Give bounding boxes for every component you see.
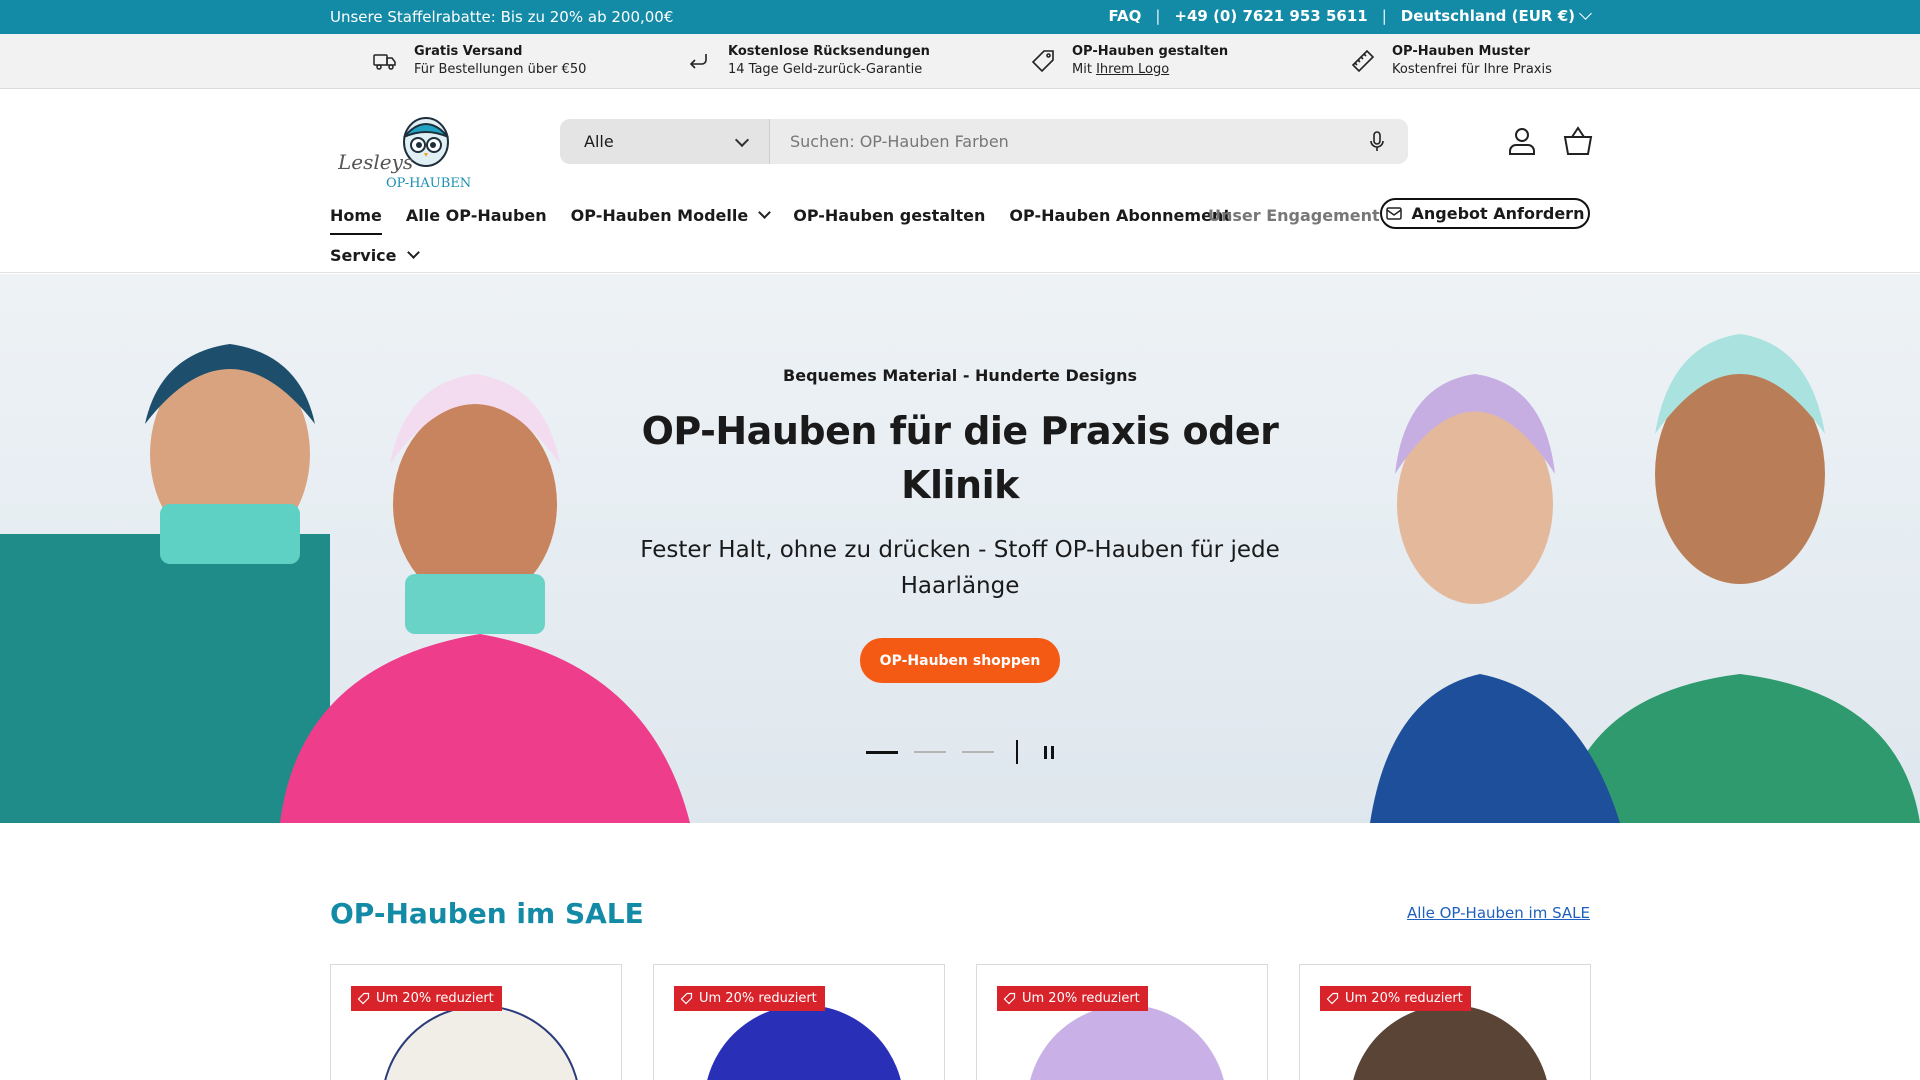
- separator: |: [1155, 7, 1161, 25]
- usp-bar: Gratis Versand Für Bestellungen über €50…: [0, 34, 1920, 89]
- faq-link[interactable]: FAQ: [1108, 7, 1141, 25]
- usp-subtitle: Kostenfrei für Ihre Praxis: [1392, 62, 1552, 77]
- usp-item-design: OP-Hauben gestalten Mit Ihrem Logo: [1030, 43, 1228, 79]
- announcement-links: FAQ | +49 (0) 7621 953 5611 | Deutschlan…: [1108, 7, 1592, 25]
- logo-mascot-icon: Lesleys OP-HAUBEN: [337, 117, 471, 191]
- product-image: [381, 1005, 581, 1080]
- nav-service[interactable]: Service: [330, 243, 420, 267]
- main-nav: Home Alle OP-Hauben OP-Hauben Modelle OP…: [330, 203, 1255, 235]
- tag-icon: [680, 992, 693, 1005]
- usp-title: OP-Hauben Muster: [1392, 44, 1530, 59]
- mail-icon: [1385, 206, 1402, 220]
- search-category-label: Alle: [584, 132, 614, 151]
- product-image: [704, 1005, 904, 1080]
- usp-subtitle: Für Bestellungen über €50: [414, 62, 587, 77]
- usp-subtitle-prefix: Mit: [1072, 62, 1097, 77]
- usp-subtitle: 14 Tage Geld-zurück-Garantie: [728, 62, 923, 77]
- site-header: Lesleys OP-HAUBEN Alle Suchen: OP-Hauben…: [0, 89, 1920, 273]
- usp-item-shipping: Gratis Versand Für Bestellungen über €50: [372, 43, 586, 79]
- logo-text-brand: OP-HAUBEN: [386, 176, 471, 191]
- nav-subscription[interactable]: OP-Hauben Abonnement: [1009, 203, 1231, 227]
- discount-badge-label: Um 20% reduziert: [1022, 991, 1140, 1006]
- chevron-down-icon: [734, 132, 750, 148]
- discount-badge-label: Um 20% reduziert: [1345, 991, 1463, 1006]
- nav-service-label: Service: [330, 245, 397, 265]
- product-card[interactable]: Um 20% reduziert: [1299, 964, 1591, 1080]
- pause-icon[interactable]: [1044, 745, 1054, 759]
- chevron-down-icon: [406, 245, 420, 259]
- cart-basket-icon[interactable]: [1562, 125, 1594, 157]
- nav-design[interactable]: OP-Hauben gestalten: [793, 203, 985, 227]
- usp-item-samples: OP-Hauben Muster Kostenfrei für Ihre Pra…: [1350, 43, 1552, 79]
- nav-engagement[interactable]: Unser Engagement: [1208, 203, 1380, 227]
- slider-controls: [866, 740, 1054, 764]
- chevron-down-icon: [758, 205, 772, 219]
- site-logo[interactable]: Lesleys OP-HAUBEN: [337, 107, 474, 195]
- usp-title: Kostenlose Rücksendungen: [728, 44, 930, 59]
- truck-icon: [373, 54, 396, 70]
- nav-home[interactable]: Home: [330, 203, 382, 235]
- logo-link[interactable]: Ihrem Logo: [1096, 62, 1169, 77]
- logo-text-lesleys: Lesleys: [338, 150, 413, 174]
- hero-banner: Bequemes Material - Hunderte Designs OP-…: [0, 274, 1920, 823]
- discount-badge-label: Um 20% reduziert: [376, 991, 494, 1006]
- chevron-down-icon: [1579, 7, 1592, 20]
- account-icon[interactable]: [1506, 125, 1538, 157]
- shop-caps-button[interactable]: OP-Hauben shoppen: [860, 638, 1060, 683]
- country-selector[interactable]: Deutschland (EUR €): [1400, 7, 1592, 25]
- tag-icon: [1326, 992, 1339, 1005]
- hero-image-right: [1370, 334, 1920, 823]
- discount-badge: Um 20% reduziert: [351, 986, 502, 1011]
- microphone-icon[interactable]: [1368, 131, 1386, 153]
- return-arrow-icon: [689, 54, 707, 69]
- product-card[interactable]: Um 20% reduziert: [653, 964, 945, 1080]
- all-sale-link[interactable]: Alle OP-Hauben im SALE: [1407, 904, 1590, 922]
- phone-link[interactable]: +49 (0) 7621 953 5611: [1174, 7, 1367, 25]
- discount-badge: Um 20% reduziert: [1320, 986, 1471, 1011]
- hero-kicker: Bequemes Material - Hunderte Designs: [783, 366, 1137, 385]
- slider-divider: [1016, 740, 1018, 764]
- product-card[interactable]: Um 20% reduziert: [330, 964, 622, 1080]
- discount-badge-label: Um 20% reduziert: [699, 991, 817, 1006]
- discount-badge: Um 20% reduziert: [997, 986, 1148, 1011]
- usp-subtitle: Mit Ihrem Logo: [1072, 60, 1228, 79]
- tag-icon: [357, 992, 370, 1005]
- hero-image-left: [0, 344, 690, 823]
- nav-all-caps[interactable]: Alle OP-Hauben: [406, 203, 547, 227]
- usp-title: Gratis Versand: [414, 44, 523, 59]
- hero-subtitle: Fester Halt, ohne zu drücken - Stoff OP-…: [640, 537, 1280, 599]
- discount-badge: Um 20% reduziert: [674, 986, 825, 1011]
- separator: |: [1381, 7, 1387, 25]
- slider-dot-3[interactable]: [962, 751, 994, 753]
- product-image: [1027, 1005, 1227, 1080]
- slider-dot-1[interactable]: [866, 750, 898, 754]
- ruler-icon: [1351, 49, 1375, 73]
- hero-title: OP-Hauben für die Praxis oder Klinik: [641, 409, 1279, 507]
- announcement-text: Unsere Staffelrabatte: Bis zu 20% ab 200…: [330, 8, 674, 26]
- slider-dot-2[interactable]: [914, 751, 946, 753]
- country-label: Deutschland (EUR €): [1400, 7, 1575, 25]
- tag-icon: [1003, 992, 1016, 1005]
- search-bar: Alle Suchen: OP-Hauben Farben: [560, 119, 1408, 164]
- nav-models[interactable]: OP-Hauben Modelle: [570, 203, 772, 227]
- request-quote-label: Angebot Anfordern: [1411, 204, 1585, 223]
- product-card[interactable]: Um 20% reduziert: [976, 964, 1268, 1080]
- tag-icon: [1031, 50, 1054, 73]
- usp-title: OP-Hauben gestalten: [1072, 44, 1229, 59]
- request-quote-button[interactable]: Angebot Anfordern: [1380, 198, 1590, 229]
- search-input[interactable]: Suchen: OP-Hauben Farben: [770, 119, 1408, 164]
- usp-item-returns: Kostenlose Rücksendungen 14 Tage Geld-zu…: [686, 43, 930, 79]
- search-category-select[interactable]: Alle: [560, 119, 770, 164]
- announcement-bar: Unsere Staffelrabatte: Bis zu 20% ab 200…: [0, 0, 1920, 34]
- sale-section-title: OP-Hauben im SALE: [330, 897, 644, 930]
- nav-models-label: OP-Hauben Modelle: [570, 205, 749, 225]
- product-image: [1350, 1005, 1550, 1080]
